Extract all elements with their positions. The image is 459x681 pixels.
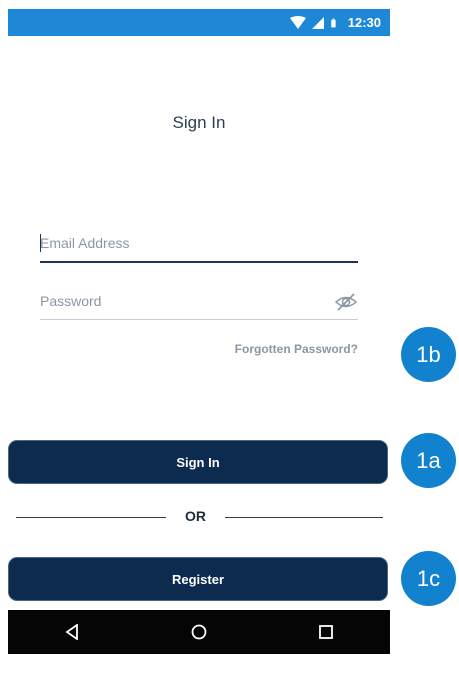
divider-left (16, 517, 166, 518)
callout-1c: 1c (401, 551, 456, 606)
sign-in-button[interactable]: Sign In (8, 440, 388, 484)
status-time: 12:30 (347, 15, 381, 30)
register-button[interactable]: Register (8, 557, 388, 601)
status-bar: 12:30 (8, 9, 390, 36)
email-field[interactable]: Email Address (40, 232, 358, 263)
signal-icon (311, 16, 324, 29)
home-icon[interactable] (187, 620, 211, 644)
password-field[interactable]: Password (40, 290, 358, 320)
battery-icon (331, 18, 336, 27)
callout-1b: 1b (401, 327, 456, 382)
forgot-password-link[interactable]: Forgotten Password? (235, 342, 358, 356)
eye-off-icon[interactable] (334, 293, 358, 311)
recents-icon[interactable] (314, 620, 338, 644)
navigation-bar (8, 610, 390, 654)
callout-1a: 1a (401, 433, 456, 488)
wifi-icon (289, 15, 306, 29)
back-icon[interactable] (60, 620, 84, 644)
password-placeholder: Password (40, 293, 102, 309)
or-divider-label: OR (185, 508, 206, 524)
divider-right (225, 517, 383, 518)
page-title: Sign In (172, 113, 226, 132)
email-placeholder: Email Address (40, 235, 130, 251)
